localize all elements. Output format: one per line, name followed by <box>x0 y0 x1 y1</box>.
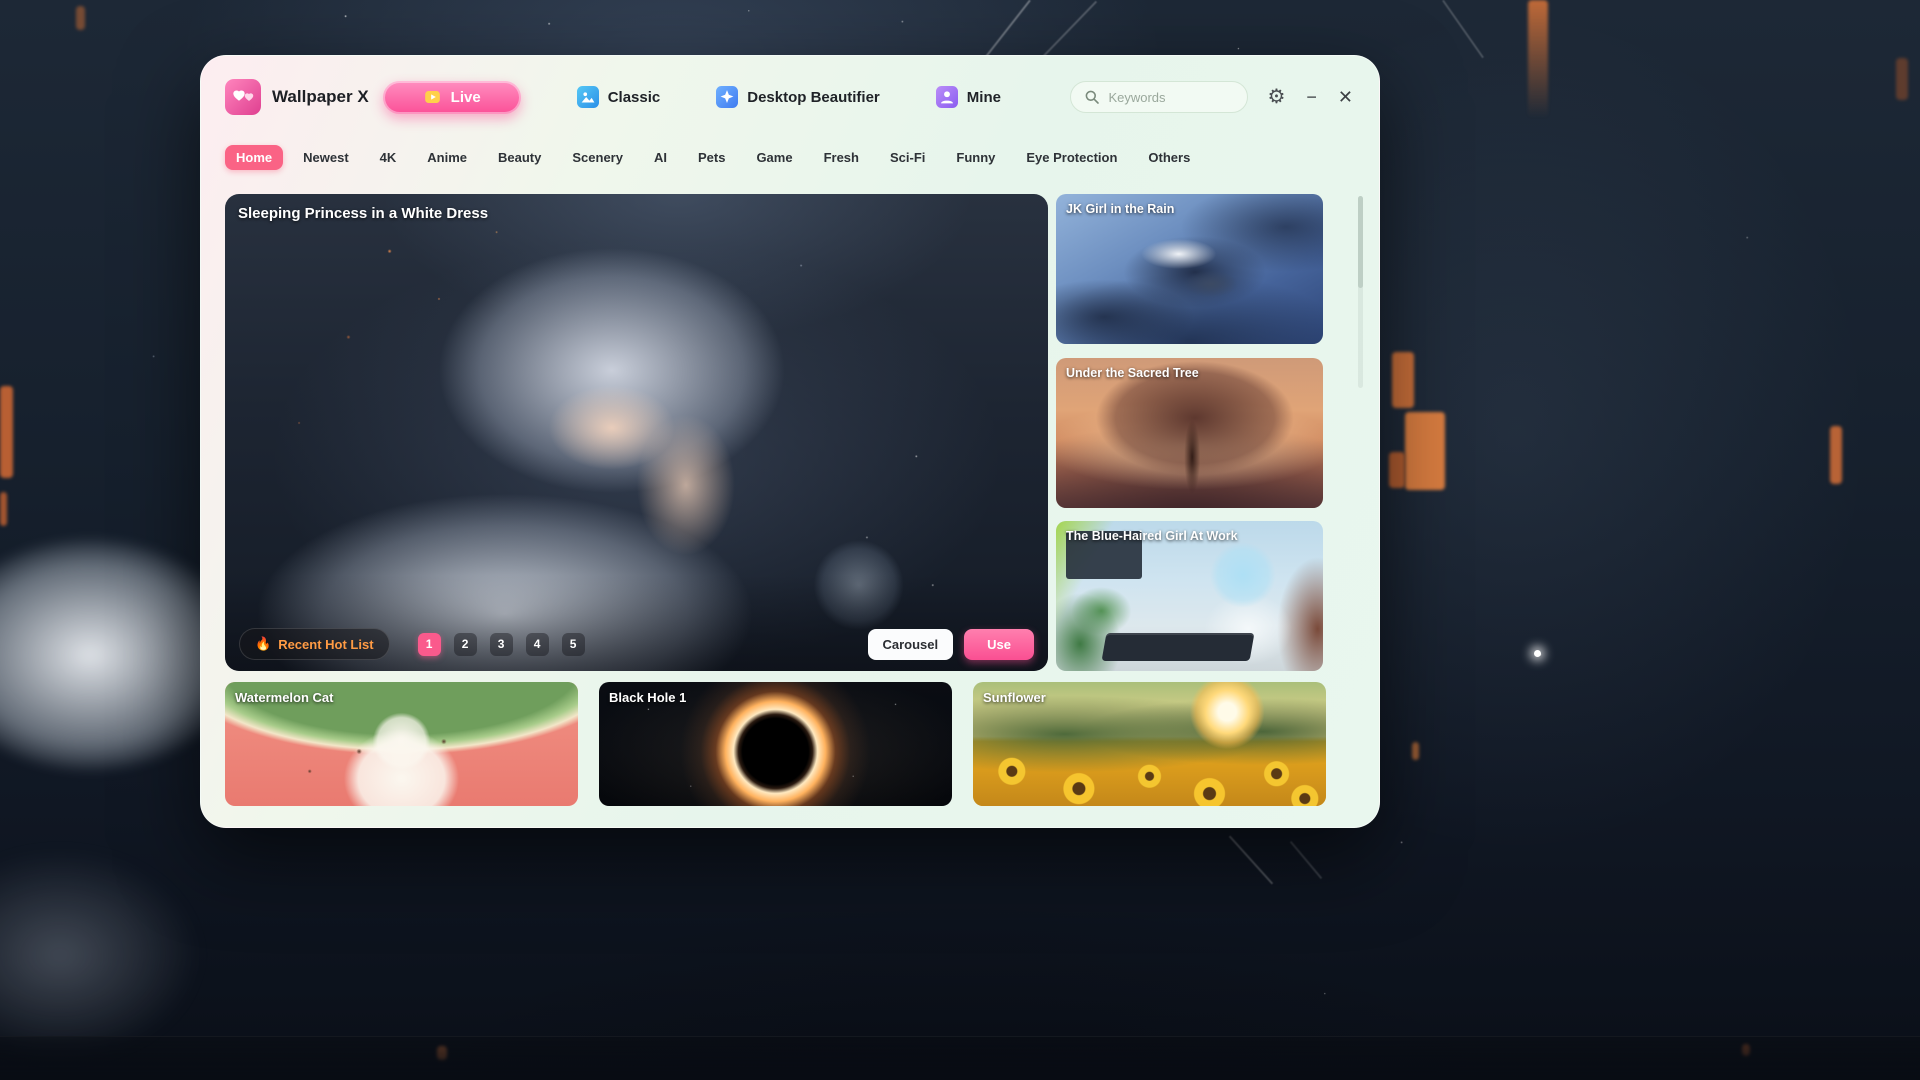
nav-desktop-beautifier-label: Desktop Beautifier <box>747 89 880 106</box>
monitor-shape <box>1066 531 1142 579</box>
paint-blotch <box>76 6 85 30</box>
wallpaper-card-sacred-tree[interactable]: Under the Sacred Tree <box>1056 358 1323 508</box>
category-newest[interactable]: Newest <box>292 145 360 170</box>
header-right: ⚙ − ✕ <box>1070 81 1355 113</box>
hero-control-bar: 🔥 Recent Hot List 1 2 3 4 5 Carousel Use <box>239 628 1034 660</box>
category-beauty[interactable]: Beauty <box>487 145 552 170</box>
keyboard-shape <box>1102 633 1255 661</box>
main-nav: Live Classic De <box>383 81 1001 114</box>
wallpaper-thumbnail <box>225 682 578 806</box>
wallpaper-thumbnail <box>973 682 1326 806</box>
category-4k[interactable]: 4K <box>369 145 408 170</box>
wallpaper-thumbnail <box>599 682 952 806</box>
category-ai[interactable]: AI <box>643 145 678 170</box>
nav-desktop-beautifier-tab[interactable]: Desktop Beautifier <box>716 86 880 108</box>
paint-blotch <box>0 386 13 478</box>
nav-live-tab[interactable]: Live <box>383 81 521 114</box>
category-scenery[interactable]: Scenery <box>561 145 634 170</box>
wallpaper-bottom-band <box>0 1036 1920 1080</box>
light-dot <box>1534 650 1541 657</box>
main-content: Sleeping Princess in a White Dress 🔥 Rec… <box>225 194 1355 671</box>
page-button-2[interactable]: 2 <box>454 633 477 656</box>
sparkle-icon <box>716 86 738 108</box>
page-button-1[interactable]: 1 <box>418 633 441 656</box>
category-fresh[interactable]: Fresh <box>813 145 870 170</box>
user-icon <box>936 86 958 108</box>
featured-wallpaper-card[interactable]: Sleeping Princess in a White Dress 🔥 Rec… <box>225 194 1048 671</box>
paint-blotch <box>0 492 7 526</box>
nav-classic-tab[interactable]: Classic <box>577 86 661 108</box>
recent-hot-list-button[interactable]: 🔥 Recent Hot List <box>239 628 390 660</box>
category-home[interactable]: Home <box>225 145 283 170</box>
paint-blotch <box>1528 0 1548 118</box>
paint-blotch <box>1830 426 1842 484</box>
nav-mine-tab[interactable]: Mine <box>936 86 1001 108</box>
hero-pagination: 1 2 3 4 5 <box>418 633 585 656</box>
paint-blotch <box>1389 452 1405 488</box>
wallpaper-card-watermelon-cat[interactable]: Watermelon Cat <box>225 682 578 806</box>
wallpaper-thumbnail <box>1056 194 1323 344</box>
bottom-card-row: Watermelon Cat Black Hole 1 Sunflower <box>225 682 1326 806</box>
paint-blotch <box>1405 412 1445 490</box>
category-others[interactable]: Others <box>1137 145 1201 170</box>
live-video-icon <box>423 89 442 105</box>
wallpaper-thumbnail <box>1056 358 1323 508</box>
settings-gear-icon[interactable]: ⚙ <box>1265 85 1287 109</box>
search-icon <box>1084 89 1100 105</box>
classic-picture-icon <box>577 86 599 108</box>
category-pets[interactable]: Pets <box>687 145 736 170</box>
category-eye-protection[interactable]: Eye Protection <box>1015 145 1128 170</box>
use-button[interactable]: Use <box>964 629 1034 660</box>
search-box[interactable] <box>1070 81 1248 113</box>
page-button-4[interactable]: 4 <box>526 633 549 656</box>
category-game[interactable]: Game <box>745 145 803 170</box>
nav-classic-label: Classic <box>608 89 661 106</box>
wallpaper-card-blue-haired-girl[interactable]: The Blue-Haired Girl At Work <box>1056 521 1323 671</box>
wallpaper-card-sunflower[interactable]: Sunflower <box>973 682 1326 806</box>
app-window: Wallpaper X Live Classic <box>200 55 1380 828</box>
category-anime[interactable]: Anime <box>416 145 478 170</box>
minimize-button[interactable]: − <box>1304 86 1319 108</box>
sidebar-card-list: JK Girl in the Rain Under the Sacred Tre… <box>1056 194 1323 671</box>
app-title: Wallpaper X <box>272 87 369 107</box>
sidebar-scrollbar-thumb[interactable] <box>1358 196 1363 288</box>
recent-hot-list-label: Recent Hot List <box>278 637 373 652</box>
category-filter-bar: Home Newest 4K Anime Beauty Scenery AI P… <box>225 145 1355 170</box>
page-button-5[interactable]: 5 <box>562 633 585 656</box>
category-funny[interactable]: Funny <box>945 145 1006 170</box>
title-bar: Wallpaper X Live Classic <box>225 56 1355 138</box>
paint-blotch <box>1896 58 1908 100</box>
close-button[interactable]: ✕ <box>1336 86 1355 108</box>
category-scifi[interactable]: Sci-Fi <box>879 145 936 170</box>
featured-wallpaper-title: Sleeping Princess in a White Dress <box>238 205 488 222</box>
flame-icon: 🔥 <box>255 636 271 652</box>
search-input[interactable] <box>1108 90 1228 105</box>
nav-mine-label: Mine <box>967 89 1001 106</box>
nav-live-label: Live <box>451 89 481 106</box>
carousel-button[interactable]: Carousel <box>868 629 954 660</box>
page-button-3[interactable]: 3 <box>490 633 513 656</box>
app-logo-icon <box>225 79 261 115</box>
paint-blotch <box>1412 742 1419 760</box>
sidebar-scrollbar[interactable] <box>1358 196 1363 388</box>
wallpaper-card-jk-girl[interactable]: JK Girl in the Rain <box>1056 194 1323 344</box>
wallpaper-card-black-hole[interactable]: Black Hole 1 <box>599 682 952 806</box>
paint-blotch <box>1392 352 1414 408</box>
